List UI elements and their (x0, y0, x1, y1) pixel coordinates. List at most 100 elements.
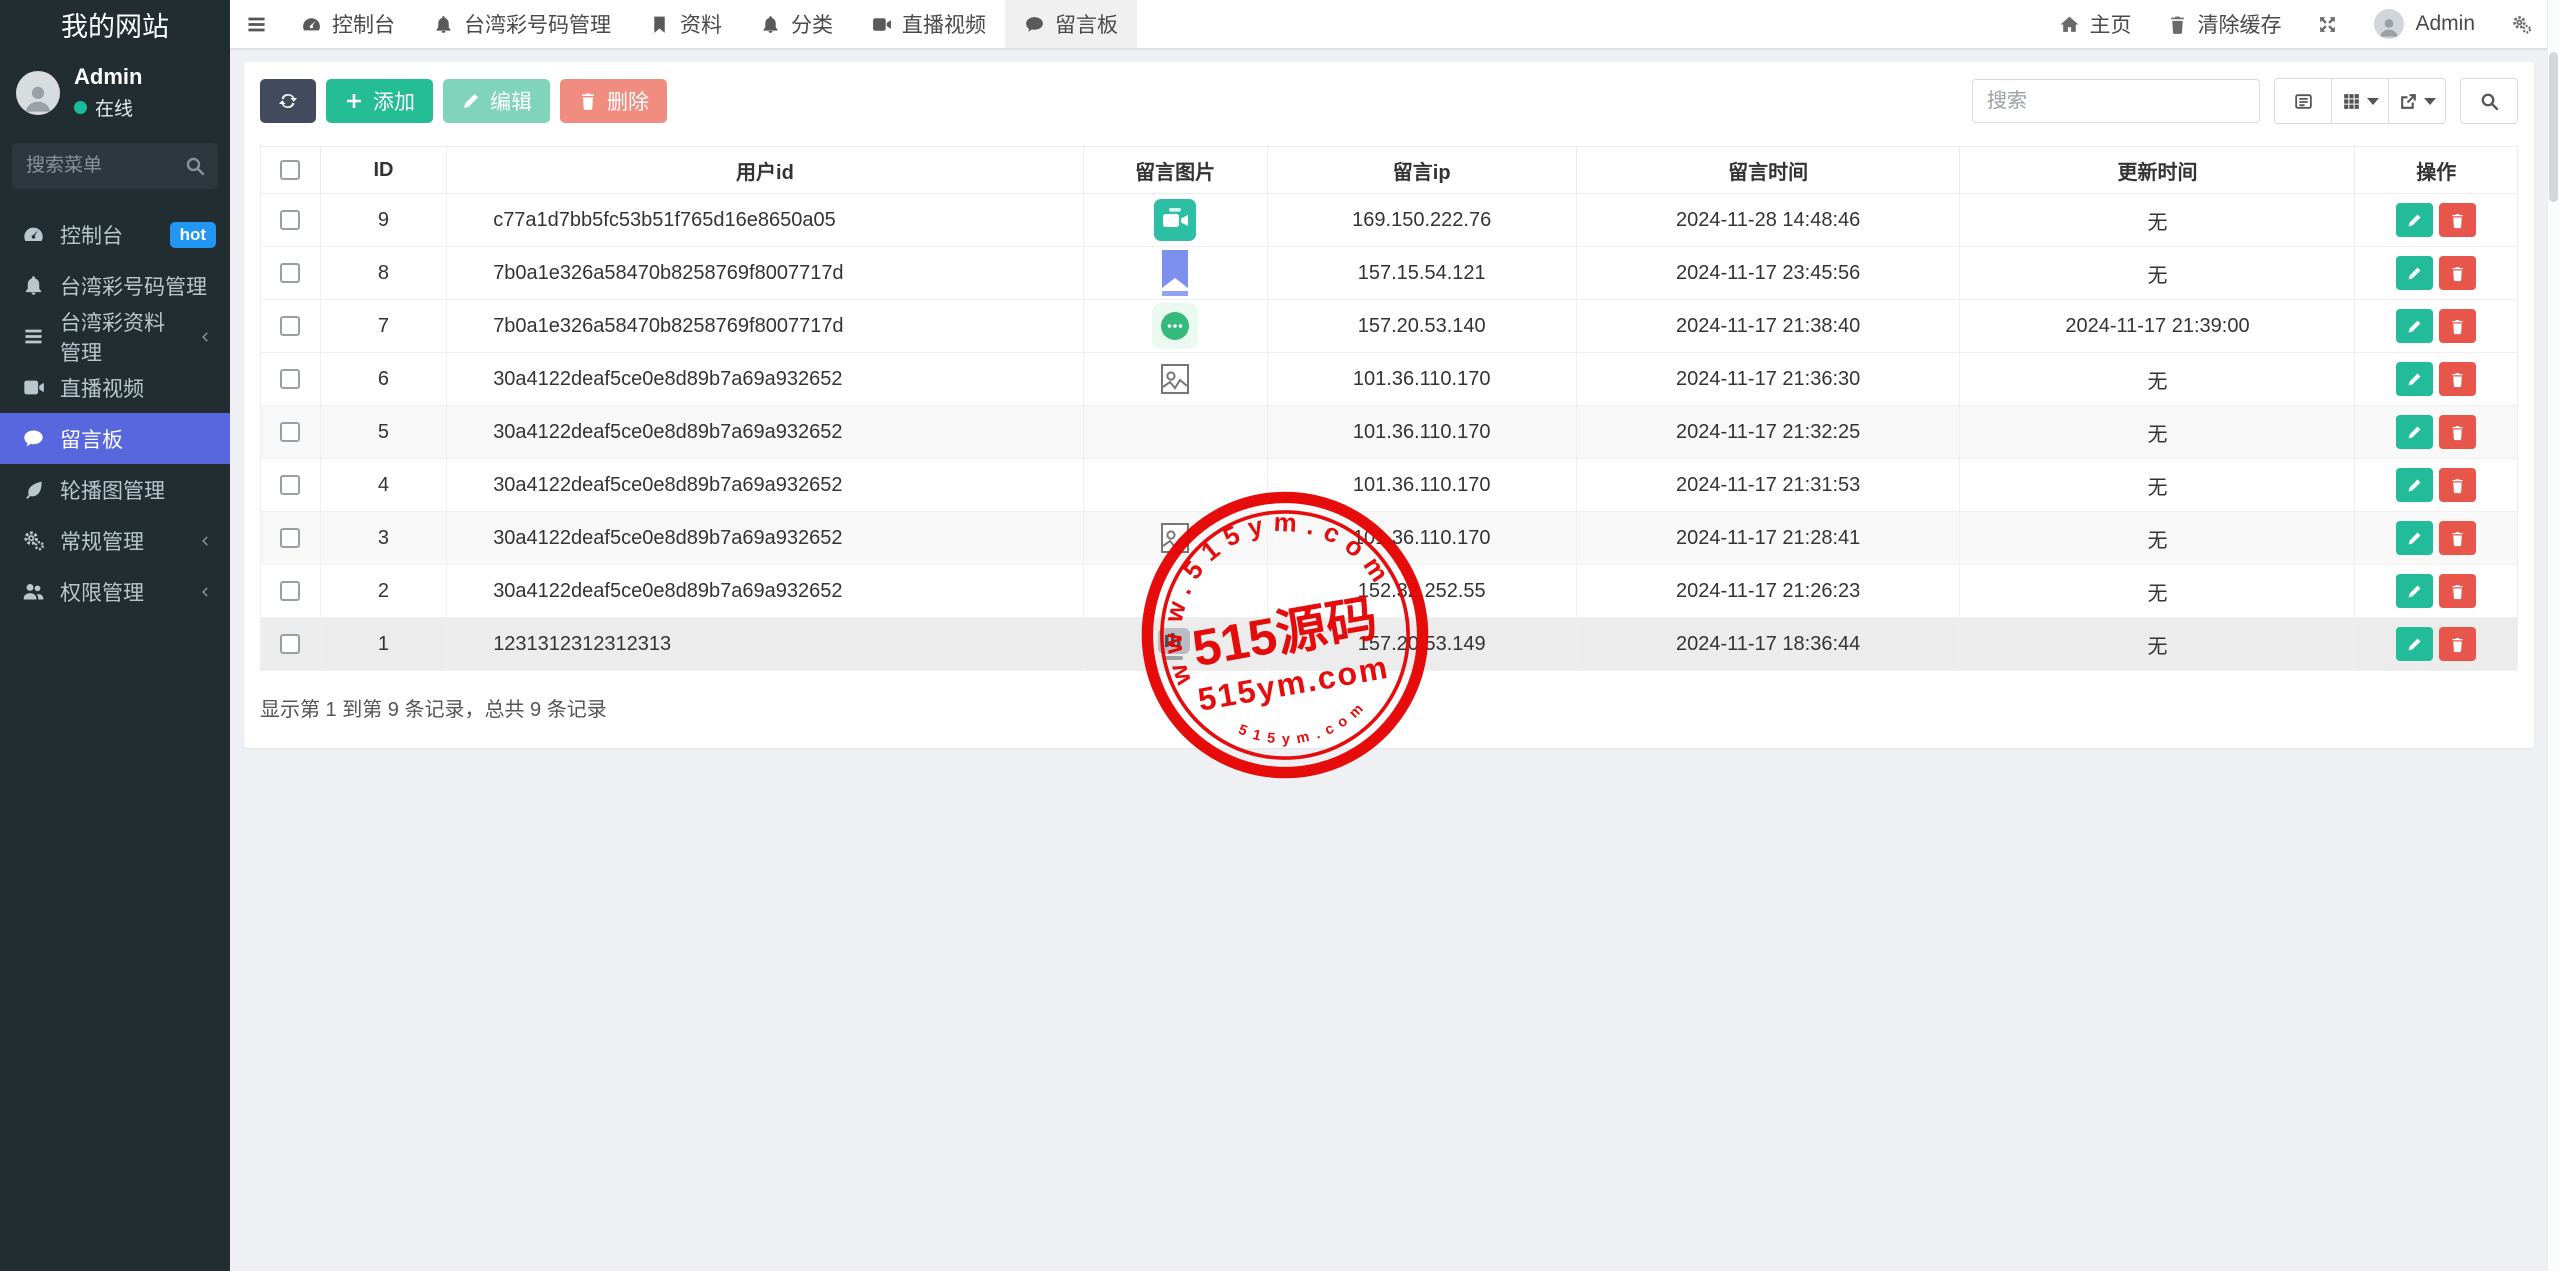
cell-updated: 无 (1960, 247, 2355, 300)
cell-ip: 169.150.222.76 (1267, 194, 1576, 247)
user-menu[interactable]: Admin (2374, 9, 2475, 39)
toolbar-right (1972, 78, 2518, 124)
row-edit-button[interactable] (2396, 521, 2433, 555)
cell-ip: 152.32.252.55 (1267, 565, 1576, 618)
thumb-blue-bookmark-icon (1158, 250, 1192, 296)
pencil-icon (2406, 265, 2423, 282)
row-checkbox[interactable] (280, 528, 300, 548)
clear-cache-link[interactable]: 清除缓存 (2167, 9, 2281, 39)
user-menu-label: Admin (2415, 12, 2475, 36)
tab-data[interactable]: 资料 (630, 0, 741, 48)
row-checkbox[interactable] (280, 475, 300, 495)
sidebar-item-general[interactable]: 常规管理 (0, 515, 230, 566)
person-icon (21, 81, 55, 115)
tab-live-video[interactable]: 直播视频 (852, 0, 1005, 48)
row-edit-button[interactable] (2396, 256, 2433, 290)
tab-tw-lottery-number[interactable]: 台湾彩号码管理 (414, 0, 630, 48)
search-button[interactable] (2460, 78, 2518, 124)
sidebar-item-live-video[interactable]: 直播视频 (0, 362, 230, 413)
row-delete-button[interactable] (2439, 468, 2476, 502)
cell-select (261, 512, 321, 565)
export-dropdown-button[interactable] (2388, 78, 2446, 124)
scrollbar-thumb[interactable] (2549, 52, 2558, 202)
pencil-icon (2406, 583, 2423, 600)
cell-user-id: 30a4122deaf5ce0e8d89b7a69a932652 (447, 459, 1083, 512)
toolbar: 添加 编辑 删除 (260, 78, 2518, 124)
table-row: 330a4122deaf5ce0e8d89b7a69a932652101.36.… (261, 512, 2518, 565)
column-header-image: 留言图片 (1083, 147, 1267, 194)
page-scrollbar[interactable] (2547, 0, 2560, 1271)
row-edit-button[interactable] (2396, 362, 2433, 396)
cell-user-id: 7b0a1e326a58470b8258769f8007717d (447, 247, 1083, 300)
tab-category[interactable]: 分类 (741, 0, 852, 48)
row-delete-button[interactable] (2439, 521, 2476, 555)
chevron-left-icon (193, 329, 216, 345)
delete-button[interactable]: 删除 (560, 79, 667, 123)
column-header-ip: 留言ip (1267, 147, 1576, 194)
refresh-button[interactable] (260, 79, 316, 123)
sidebar-item-tw-lottery-data[interactable]: 台湾彩资料管理 (0, 311, 230, 362)
export-icon (2398, 91, 2419, 112)
cell-updated: 无 (1960, 353, 2355, 406)
columns-dropdown-button[interactable] (2331, 78, 2389, 124)
row-checkbox[interactable] (280, 634, 300, 654)
home-label: 主页 (2089, 9, 2131, 39)
cell-select (261, 565, 321, 618)
home-link[interactable]: 主页 (2059, 9, 2131, 39)
row-delete-button[interactable] (2439, 203, 2476, 237)
row-edit-button[interactable] (2396, 203, 2433, 237)
pencil-icon (2406, 636, 2423, 653)
sidebar-item-permission[interactable]: 权限管理 (0, 566, 230, 617)
cell-id: 9 (320, 194, 446, 247)
thumb-teal-media-icon (1154, 199, 1196, 241)
row-edit-button[interactable] (2396, 574, 2433, 608)
user-status: 在线 (74, 94, 142, 121)
row-checkbox[interactable] (280, 422, 300, 442)
cell-updated: 无 (1960, 406, 2355, 459)
row-delete-button[interactable] (2439, 309, 2476, 343)
select-all-checkbox[interactable] (280, 160, 300, 180)
sidebar-item-carousel[interactable]: 轮播图管理 (0, 464, 230, 515)
row-delete-button[interactable] (2439, 574, 2476, 608)
row-checkbox[interactable] (280, 316, 300, 336)
row-checkbox[interactable] (280, 210, 300, 230)
navbar-right: 主页 清除缓存 Admin (2059, 0, 2560, 48)
cell-time: 2024-11-17 21:38:40 (1576, 300, 1960, 353)
comment-icon (22, 427, 45, 450)
trash-icon (2449, 212, 2466, 229)
sidebar-item-message-board[interactable]: 留言板 (0, 413, 230, 464)
row-delete-button[interactable] (2439, 627, 2476, 661)
row-delete-button[interactable] (2439, 362, 2476, 396)
row-edit-button[interactable] (2396, 309, 2433, 343)
sidebar-item-dashboard[interactable]: 控制台hot (0, 209, 230, 260)
tab-label: 分类 (791, 9, 833, 39)
row-edit-button[interactable] (2396, 415, 2433, 449)
pagination-toggle-button[interactable] (2274, 78, 2332, 124)
bookmark-icon (649, 14, 670, 35)
cell-image (1083, 300, 1267, 353)
settings-button[interactable] (2511, 14, 2532, 35)
row-edit-button[interactable] (2396, 468, 2433, 502)
row-checkbox[interactable] (280, 263, 300, 283)
row-edit-button[interactable] (2396, 627, 2433, 661)
sidebar-toggle-button[interactable] (230, 0, 282, 48)
cell-time: 2024-11-17 21:32:25 (1576, 406, 1960, 459)
cell-ip: 101.36.110.170 (1267, 512, 1576, 565)
tab-dashboard[interactable]: 控制台 (282, 0, 414, 48)
row-checkbox[interactable] (280, 581, 300, 601)
person-icon (2377, 15, 2401, 39)
trash-icon (2449, 318, 2466, 335)
row-delete-button[interactable] (2439, 415, 2476, 449)
search-icon (184, 155, 206, 177)
fullscreen-button[interactable] (2317, 14, 2338, 35)
cell-actions (2355, 618, 2518, 671)
row-delete-button[interactable] (2439, 256, 2476, 290)
row-checkbox[interactable] (280, 369, 300, 389)
trash-icon (2449, 636, 2466, 653)
table-search-input[interactable] (1972, 79, 2260, 123)
sidebar-item-tw-lottery-number[interactable]: 台湾彩号码管理 (0, 260, 230, 311)
tab-message-board[interactable]: 留言板 (1005, 0, 1137, 48)
edit-button[interactable]: 编辑 (443, 79, 550, 123)
pencil-icon (2406, 371, 2423, 388)
add-button[interactable]: 添加 (326, 79, 433, 123)
